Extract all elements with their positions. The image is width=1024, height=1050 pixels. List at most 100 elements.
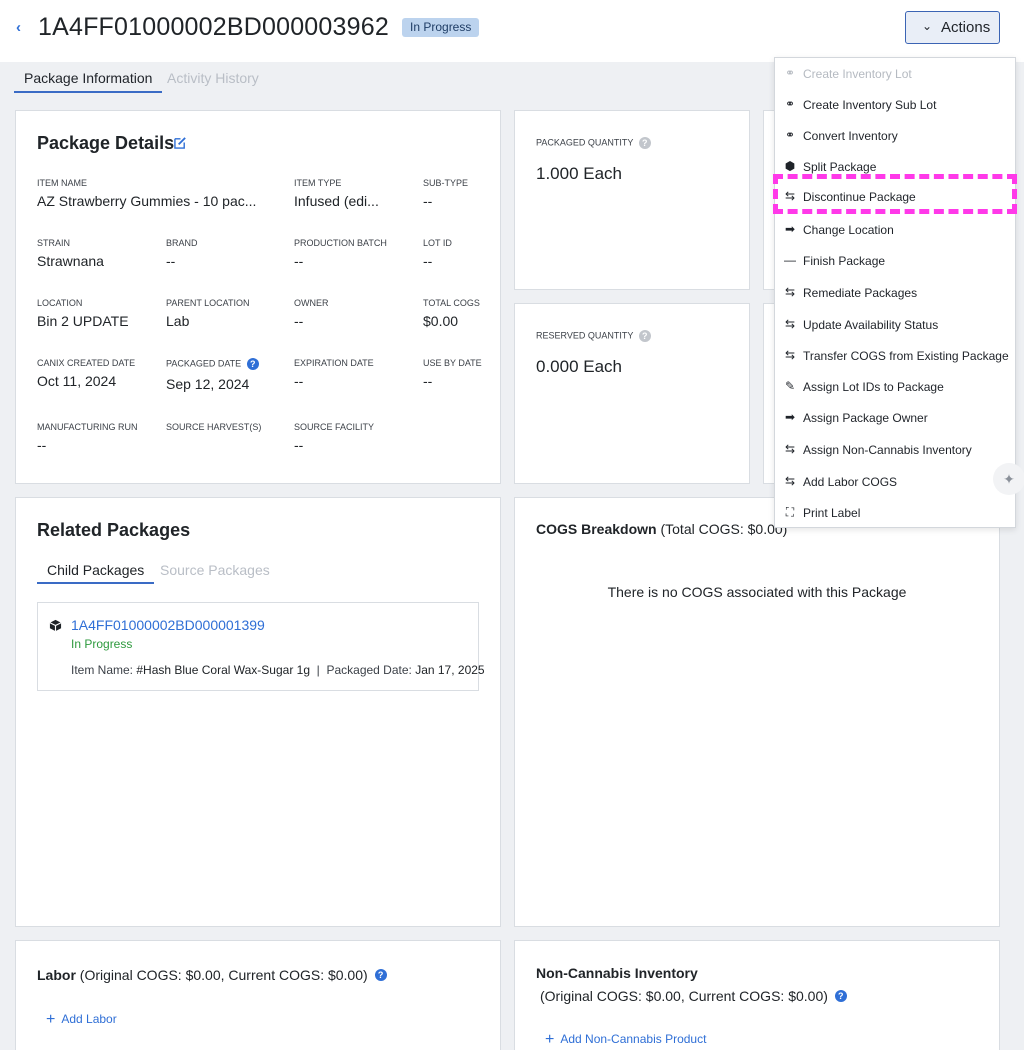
tab-activity-history[interactable]: Activity History [167,70,259,93]
use-by-date-value: -- [423,373,433,389]
field-label: ITEM TYPE [294,178,342,188]
tab-child-packages[interactable]: Child Packages [37,562,155,584]
menu-item-create-inventory-sub-lot[interactable]: ⚭ Create Inventory Sub Lot [775,94,1015,116]
field-label: STRAIN [37,238,71,248]
add-non-cannabis-button[interactable]: + Add Non-Cannabis Product [545,1031,706,1049]
field-label: USE BY DATE [423,358,482,368]
packaged-quantity-value: 1.000 Each [536,164,623,183]
field-label: CANIX CREATED DATE [37,358,136,368]
sparkle-icon[interactable]: ✦ [993,463,1024,495]
packaged-date-value: Sep 12, 2024 [166,376,250,392]
field-label: SOURCE FACILITY [294,422,375,432]
labor-card: Labor (Original COGS: $0.00, Current COG… [15,940,501,1050]
lot-icon: ⚭ [784,66,796,80]
plus-icon: + [46,1011,56,1028]
source-facility-value: -- [294,437,304,453]
production-batch-value: -- [294,253,304,269]
convert-icon: ⚭ [784,128,796,142]
non-cannabis-title: Non-Cannabis Inventory [536,965,698,981]
total-cogs-value: $0.00 [423,313,459,329]
labor-title: Labor (Original COGS: $0.00, Current COG… [37,967,387,983]
lot-icon: ⚭ [784,97,796,111]
menu-item-finish-package[interactable]: — Finish Package [775,250,1015,272]
lot-id-value: -- [423,253,433,269]
arrow-right-icon: ➡ [784,410,796,424]
item-type-value: Infused (edi... [294,193,379,209]
swap-arrows-icon: ⇆ [784,317,796,331]
field-label: SOURCE HARVEST(S) [166,422,262,432]
help-icon[interactable]: ? [834,990,847,1002]
arrow-right-icon: ➡ [784,222,796,236]
field-label: PARENT LOCATION [166,298,250,308]
minus-icon: — [784,253,796,267]
reserved-quantity-value: 0.000 Each [536,357,623,376]
actions-button[interactable]: ⌄ Actions [905,11,1000,44]
tab-source-packages[interactable]: Source Packages [160,562,270,584]
packaged-quantity-label: PACKAGED QUANTITY ? [536,137,651,149]
package-details-title: Package Details [37,133,175,153]
help-icon[interactable]: ? [638,137,651,149]
list-item: 1A4FF01000002BD000001399 In Progress Ite… [37,602,485,691]
menu-item-create-inventory-lot[interactable]: ⚭ Create Inventory Lot [775,63,1015,85]
field-label: OWNER [294,298,329,308]
menu-item-assign-lot-ids[interactable]: ✎ Assign Lot IDs to Package [775,376,1015,398]
help-icon[interactable]: ? [374,969,387,981]
edit-icon: ✎ [784,379,796,393]
menu-item-update-availability-status[interactable]: ⇆ Update Availability Status [775,314,1015,336]
page-header: ‹ 1A4FF01000002BD000003962 In Progress ⌄… [0,0,1024,62]
actions-button-label: Actions [941,19,991,36]
edit-icon[interactable] [174,136,187,149]
swap-arrows-icon: ⇆ [784,285,796,299]
cube-icon: ⬢ [784,159,796,173]
parent-location-value: Lab [166,313,190,329]
field-label: LOCATION [37,298,83,308]
related-packages-title: Related Packages [37,520,191,540]
non-cannabis-subtitle: (Original COGS: $0.00, Current COGS: $0.… [540,988,847,1004]
menu-item-assign-package-owner[interactable]: ➡ Assign Package Owner [775,407,1015,429]
chevron-down-icon: ⌄ [922,19,933,33]
actions-menu: ⚭ Create Inventory Lot ⚭ Create Inventory … [774,57,1016,528]
child-package-link[interactable]: 1A4FF01000002BD000001399 [71,617,265,633]
help-icon[interactable]: ? [638,330,651,342]
page-title: 1A4FF01000002BD000003962 [38,13,389,41]
menu-item-convert-inventory[interactable]: ⚭ Convert Inventory [775,125,1015,147]
menu-item-assign-non-cannabis[interactable]: ⇆ Assign Non-Cannabis Inventory [775,439,1015,461]
field-label: EXPIRATION DATE [294,358,374,368]
menu-item-transfer-cogs[interactable]: ⇆ Transfer COGS from Existing Package [775,345,1015,367]
menu-item-print-label[interactable]: ⛶ Print Label [775,502,1015,524]
plus-icon: + [545,1031,555,1048]
field-label: PACKAGED DATE ? [166,358,259,370]
menu-item-change-location[interactable]: ➡ Change Location [775,219,1015,241]
field-label: SUB-TYPE [423,178,469,188]
package-details-card: Package Details ITEM NAME AZ Strawberry … [15,110,501,484]
sub-type-value: -- [423,193,433,209]
status-badge: In Progress [402,18,480,37]
tab-package-information[interactable]: Package Information [14,70,163,93]
swap-arrows-icon: ⇆ [784,348,796,362]
cogs-breakdown-card: COGS Breakdown (Total COGS: $0.00) There… [514,497,1000,927]
menu-item-remediate-packages[interactable]: ⇆ Remediate Packages [775,282,1015,304]
chevron-left-icon[interactable]: ‹ [16,19,21,36]
menu-item-add-labor-cogs[interactable]: ⇆ Add Labor COGS [775,471,1015,493]
add-labor-button[interactable]: + Add Labor [46,1011,117,1029]
expiration-date-value: -- [294,373,304,389]
reserved-quantity-label: RESERVED QUANTITY ? [536,330,651,342]
field-label: BRAND [166,238,198,248]
strain-value: Strawnana [37,253,104,269]
cogs-breakdown-title: COGS Breakdown (Total COGS: $0.00) [536,521,788,537]
cogs-empty-message: There is no COGS associated with this Pa… [607,584,907,600]
swap-arrows-icon: ⇆ [784,474,796,488]
location-value: Bin 2 UPDATE [37,313,129,329]
field-label: PRODUCTION BATCH [294,238,387,248]
created-date-value: Oct 11, 2024 [37,373,117,389]
swap-arrows-icon: ⇆ [784,442,796,456]
reserved-quantity-card: RESERVED QUANTITY ? 0.000 Each [514,303,750,484]
field-label: TOTAL COGS [423,298,480,308]
label-frame-icon: ⛶ [785,505,795,519]
item-name-value: AZ Strawberry Gummies - 10 pac... [37,193,257,209]
help-icon[interactable]: ? [246,358,259,370]
brand-value: -- [166,253,176,269]
child-package-meta: Item Name: #Hash Blue Coral Wax-Sugar 1g… [71,663,485,677]
field-label: MANUFACTURING RUN [37,422,138,432]
highlight-box [773,174,1017,214]
